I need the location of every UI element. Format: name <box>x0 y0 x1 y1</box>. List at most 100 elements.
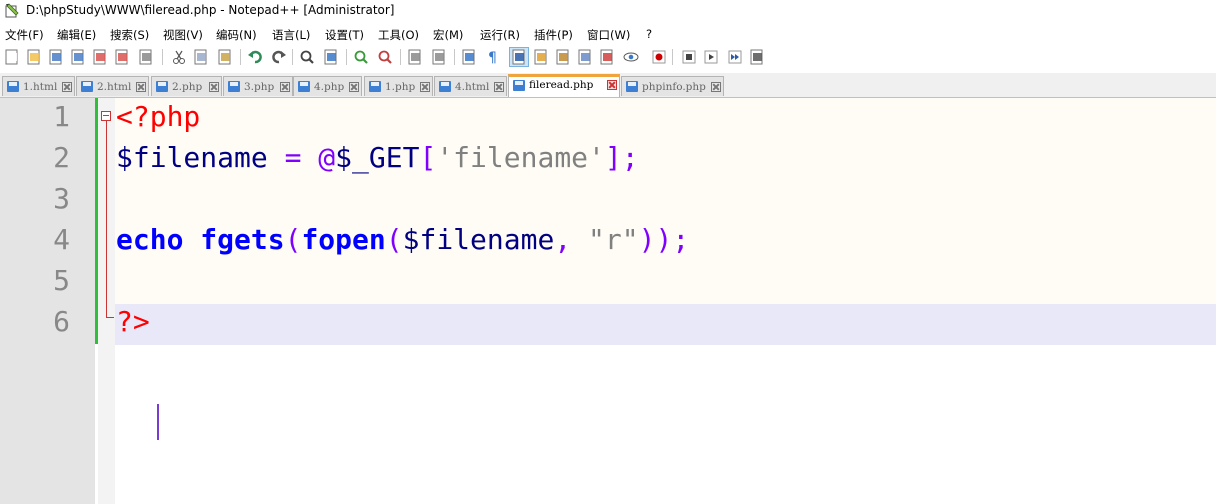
tab-close-icon[interactable] <box>607 80 617 90</box>
toolbar-separator <box>454 49 455 65</box>
line-number: 3 <box>53 182 70 215</box>
menu-item-4[interactable]: 编码(N) <box>216 27 257 43</box>
function-list-icon[interactable] <box>576 48 594 66</box>
file-saved-icon <box>513 80 525 91</box>
code-line: <?php <box>116 100 200 133</box>
file-saved-icon <box>228 81 240 92</box>
code-token: <?php <box>116 100 201 133</box>
sync-horizontal-icon[interactable] <box>430 48 448 66</box>
title-bar: D:\phpStudy\WWW\fileread.php - Notepad++… <box>0 0 1216 22</box>
replace-icon[interactable] <box>322 48 340 66</box>
code-token: ( <box>284 223 302 256</box>
show-all-chars-icon[interactable]: ¶ <box>484 48 502 66</box>
tab-close-icon[interactable] <box>349 82 359 92</box>
menu-item-3[interactable]: 视图(V) <box>163 27 203 43</box>
line-number: 4 <box>53 223 70 256</box>
menu-item-1[interactable]: 编辑(E) <box>57 27 96 43</box>
line-number: 1 <box>53 100 70 133</box>
save-icon[interactable] <box>47 48 65 66</box>
toolbar-separator <box>672 49 673 65</box>
tab-2-html[interactable]: 2.html <box>76 76 149 96</box>
tab-4-html[interactable]: 4.html <box>434 76 507 96</box>
file-saved-icon <box>298 81 310 92</box>
toolbar-separator <box>292 49 293 65</box>
monitor-icon[interactable] <box>622 48 640 66</box>
play-macro-icon[interactable] <box>702 48 720 66</box>
tab-close-icon[interactable] <box>711 82 721 92</box>
find-icon[interactable] <box>298 48 316 66</box>
save-all-icon[interactable] <box>69 48 87 66</box>
fold-range-line <box>106 121 107 318</box>
word-wrap-icon[interactable] <box>460 48 478 66</box>
tab-label: 1.html <box>23 81 58 93</box>
editor[interactable]: 1 2 3 4 5 6 <?php $filename = @$_GET['filename… <box>0 98 1216 504</box>
tab-1-php[interactable]: 1.php <box>364 76 433 96</box>
new-file-icon[interactable] <box>3 48 21 66</box>
user-lang-icon[interactable] <box>532 48 550 66</box>
file-saved-icon <box>626 81 638 92</box>
menu-item-11[interactable]: 窗口(W) <box>587 27 630 43</box>
menu-item-7[interactable]: 工具(O) <box>378 27 419 43</box>
tab-close-icon[interactable] <box>494 82 504 92</box>
code-token: "r" <box>588 223 639 256</box>
fold-range-end <box>106 317 114 318</box>
cut-icon[interactable] <box>170 48 188 66</box>
undo-icon[interactable] <box>246 48 264 66</box>
close-all-icon[interactable] <box>113 48 131 66</box>
code-token: fopen <box>301 223 386 256</box>
tab-1-html[interactable]: 1.html <box>2 76 75 96</box>
tab-close-icon[interactable] <box>136 82 146 92</box>
tab-close-icon[interactable] <box>280 82 290 92</box>
zoom-out-icon[interactable] <box>376 48 394 66</box>
tab-close-icon[interactable] <box>62 82 72 92</box>
menu-item-2[interactable]: 搜索(S) <box>110 27 149 43</box>
menu-item-8[interactable]: 宏(M) <box>433 27 463 43</box>
fold-collapse-icon[interactable] <box>101 111 111 121</box>
text-caret <box>157 404 159 440</box>
run-macro-multiple-icon[interactable] <box>726 48 744 66</box>
code-token: $filename <box>116 141 268 174</box>
code-token: 'filename' <box>436 141 605 174</box>
tab-label: 1.php <box>385 81 416 93</box>
tab-fileread-php[interactable]: fileread.php <box>508 74 620 97</box>
menu-item-12[interactable]: ? <box>646 27 652 41</box>
tab-label: 4.html <box>455 81 490 93</box>
menu-item-5[interactable]: 语言(L) <box>272 27 310 43</box>
zoom-in-icon[interactable] <box>352 48 370 66</box>
toolbar-separator <box>240 49 241 65</box>
tab-3-php[interactable]: 3.php <box>223 76 293 96</box>
print-icon[interactable] <box>137 48 155 66</box>
doc-map-icon[interactable] <box>554 48 572 66</box>
code-line: echo fgets(fopen($filename, "r")); <box>116 223 689 256</box>
toolbar-separator <box>162 49 163 65</box>
paste-icon[interactable] <box>216 48 234 66</box>
close-icon[interactable] <box>91 48 109 66</box>
toolbar-separator <box>346 49 347 65</box>
menu-item-9[interactable]: 运行(R) <box>480 27 520 43</box>
open-file-icon[interactable] <box>25 48 43 66</box>
menu-item-6[interactable]: 设置(T) <box>325 27 364 43</box>
tab-close-icon[interactable] <box>209 82 219 92</box>
tab-4-php[interactable]: 4.php <box>293 76 362 96</box>
copy-icon[interactable] <box>192 48 210 66</box>
save-macro-icon[interactable] <box>748 48 766 66</box>
folder-workspace-icon[interactable] <box>598 48 616 66</box>
tab-2-php[interactable]: 2.php <box>151 76 222 96</box>
menu-item-0[interactable]: 文件(F) <box>5 27 44 43</box>
line-number: 2 <box>53 141 70 174</box>
sync-vertical-icon[interactable] <box>406 48 424 66</box>
code-token: = <box>284 141 302 174</box>
stop-record-icon[interactable] <box>680 48 698 66</box>
tab-close-icon[interactable] <box>420 82 430 92</box>
menu-item-10[interactable]: 插件(P) <box>534 27 573 43</box>
code-token: ?> <box>116 305 150 338</box>
tab-phpinfo-php[interactable]: phpinfo.php <box>621 76 724 96</box>
redo-icon[interactable] <box>270 48 288 66</box>
record-macro-icon[interactable] <box>650 48 668 66</box>
code-token: $_GET <box>335 141 420 174</box>
tab-label: 3.php <box>244 81 275 93</box>
indent-guide-icon[interactable] <box>509 47 529 67</box>
php-block-background <box>115 98 1216 304</box>
code-token: , <box>554 223 572 256</box>
